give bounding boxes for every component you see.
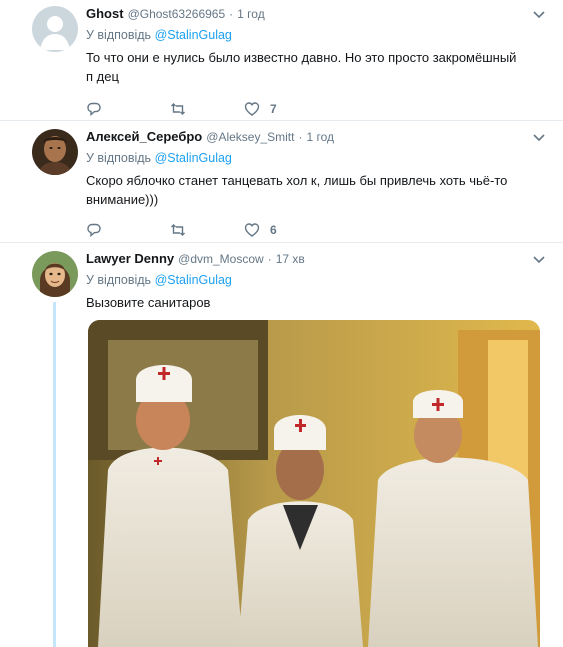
tweet-text: Вызовите санитаров [86,295,211,310]
retweet-button[interactable] [170,222,186,238]
reply-context: У відповідь @StalinGulag [86,151,549,167]
reply-icon [87,102,101,116]
retweet-icon [171,103,185,115]
reply-handle-link[interactable]: @StalinGulag [155,273,232,287]
reply-context: У відповідь @StalinGulag [86,28,549,44]
reply-handle-link[interactable]: @StalinGulag [155,151,232,165]
like-button[interactable]: 6 [244,222,277,238]
chevron-down-icon[interactable] [531,6,547,22]
reply-prefix: У відповідь [86,273,152,287]
reply-prefix: У відповідь [86,151,152,165]
tweet-header: Ghost @Ghost63266965 · 1 год [86,6,549,24]
avatar-photo[interactable] [32,251,78,297]
tweet-header: Алексей_Серебро @Aleksey_Smitt · 1 год [86,129,549,147]
reply-button[interactable] [86,101,102,117]
tweet-actions: 7 [86,100,549,118]
chevron-down-icon[interactable] [531,129,547,145]
heart-icon [244,223,260,237]
separator-dot: · [267,252,272,266]
display-name[interactable]: Ghost [86,6,124,21]
tweet-text: Скоро яблочко станет танцевать хол к, ли… [86,173,508,207]
display-name[interactable]: Алексей_Серебро [86,129,202,144]
reply-context: У відповідь @StalinGulag [86,273,549,289]
timestamp[interactable]: 17 хв [276,252,305,266]
tweet-media-photo[interactable] [88,320,540,647]
timestamp[interactable]: 1 год [237,7,265,21]
retweet-button[interactable] [170,101,186,117]
reply-button[interactable] [86,222,102,238]
user-handle[interactable]: @Aleksey_Smitt [206,130,294,144]
reply-prefix: У відповідь [86,28,152,42]
reply-icon [87,223,101,237]
user-handle[interactable]: @dvm_Moscow [178,252,264,266]
timestamp[interactable]: 1 год [306,130,334,144]
retweet-icon [171,224,185,236]
like-count: 6 [270,223,277,237]
user-handle[interactable]: @Ghost63266965 [128,7,226,21]
like-count: 7 [270,102,277,116]
avatar-photo[interactable] [32,129,78,175]
thread-connector-line [53,302,56,647]
tweet-text: То что они е нулись было известно давно.… [86,50,517,84]
like-button[interactable]: 7 [244,101,277,117]
heart-icon [244,102,260,116]
separator-dot: · [229,7,234,21]
avatar-default[interactable] [32,6,78,52]
display-name[interactable]: Lawyer Denny [86,251,174,266]
separator-dot: · [298,130,303,144]
reply-handle-link[interactable]: @StalinGulag [155,28,232,42]
tweet-actions: 6 [86,221,549,239]
tweet-header: Lawyer Denny @dvm_Moscow · 17 хв [86,251,549,269]
tweet[interactable]: Алексей_Серебро @Aleksey_Smitt · 1 год У… [0,121,563,243]
chevron-down-icon[interactable] [531,251,547,267]
tweet[interactable]: Ghost @Ghost63266965 · 1 год У відповідь… [0,0,563,121]
